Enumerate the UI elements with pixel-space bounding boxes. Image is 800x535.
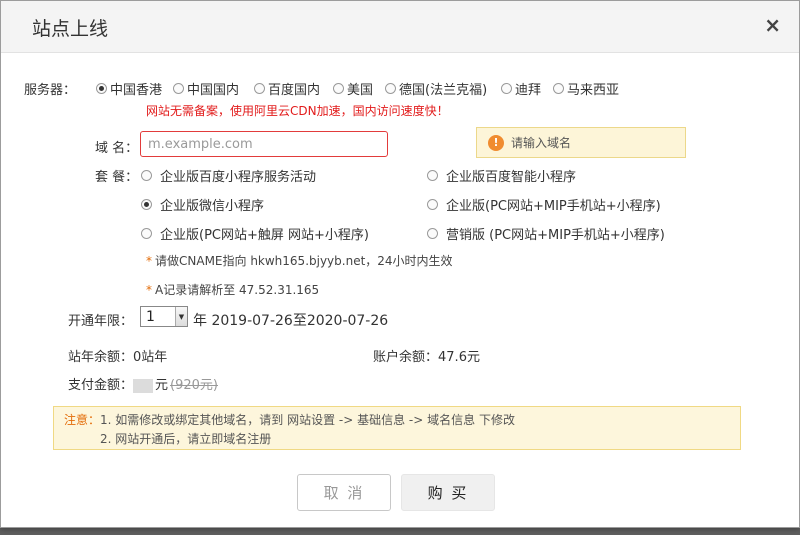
package-option-baidu-smart[interactable]: 企业版百度智能小程序 [427,166,576,185]
term-label: 开通年限： [68,314,134,329]
radio-checked-icon[interactable] [96,83,107,94]
server-label: 服务器： [24,83,77,98]
cname-hint: * 请做CNAME指向 hkwh165.bjyyb.net，24小时内生效 [146,254,453,268]
close-icon[interactable]: × [764,15,781,35]
cancel-button[interactable]: 取 消 [297,474,391,511]
radio-icon[interactable] [385,83,396,94]
redacted-amount [133,378,154,393]
server-option-malaysia[interactable]: 马来西亚 [553,79,619,98]
radio-icon[interactable] [141,170,152,181]
domain-input[interactable] [140,131,388,157]
site-balance: 站年余额：0站年 [68,350,168,365]
radio-icon[interactable] [427,228,438,239]
warning-icon: ! [488,134,504,151]
payment-amount: 支付金额：元 (920元) [68,378,218,393]
dialog-title: 站点上线 [32,18,109,40]
site-launch-dialog: 站点上线 × 服务器： 中国香港 中国国内 百度国内 美国 德国(法兰克福) 迪… [0,0,800,528]
domain-label: 域 名： [95,141,139,156]
domain-warning: ! 请输入域名 [476,127,686,158]
notice-line-2: 2. 网站开通后，请立即域名注册 [100,432,272,446]
radio-icon[interactable] [173,83,184,94]
package-option-pc-mip[interactable]: 企业版(PC网站+MIP手机站+小程序) [427,195,661,214]
radio-icon[interactable] [141,228,152,239]
dialog-header: 站点上线 × [1,1,799,53]
radio-icon[interactable] [427,170,438,181]
server-option-china[interactable]: 中国国内 [173,79,239,98]
chevron-down-icon[interactable]: ▼ [175,307,187,326]
radio-icon[interactable] [254,83,265,94]
radio-icon[interactable] [333,83,344,94]
package-option-baidu-activity[interactable]: 企业版百度小程序服务活动 [141,166,316,185]
server-note: 网站无需备案，使用阿里云CDN加速，国内访问速度快！ [146,104,449,118]
term-select[interactable]: 1 ▼ [140,306,188,327]
server-option-usa[interactable]: 美国 [333,79,373,98]
server-option-dubai[interactable]: 迪拜 [501,79,541,98]
radio-icon[interactable] [553,83,564,94]
radio-icon[interactable] [501,83,512,94]
radio-icon[interactable] [427,199,438,210]
notice-box: 注意：1. 如需修改或绑定其他域名，请到 网站设置 -> 基础信息 -> 域名信… [53,406,741,450]
server-option-germany[interactable]: 德国(法兰克福) [385,79,487,98]
notice-line-1: 注意：1. 如需修改或绑定其他域名，请到 网站设置 -> 基础信息 -> 域名信… [64,413,515,427]
server-option-baidu[interactable]: 百度国内 [254,79,320,98]
package-label: 套 餐： [95,170,139,185]
buy-button[interactable]: 购 买 [401,474,495,511]
package-option-wechat[interactable]: 企业版微信小程序 [141,195,264,214]
account-balance: 账户余额：47.6元 [373,350,480,365]
package-option-pc-touch[interactable]: 企业版(PC网站+触屏 网站+小程序) [141,224,369,243]
term-range: 年 2019-07-26至2020-07-26 [193,313,389,329]
domain-warning-text: 请输入域名 [511,136,572,150]
server-option-hongkong[interactable]: 中国香港 [96,79,162,98]
original-price: (920元) [170,378,218,393]
radio-checked-icon[interactable] [141,199,152,210]
package-option-marketing[interactable]: 营销版 (PC网站+MIP手机站+小程序) [427,224,665,243]
a-record-hint: * A记录请解析至 47.52.31.165 [146,283,320,297]
